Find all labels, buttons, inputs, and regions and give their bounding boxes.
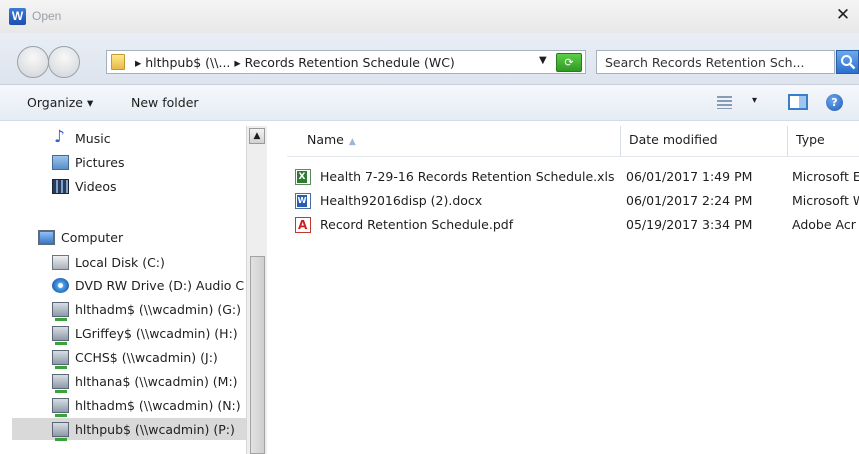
column-header-label: Date modified xyxy=(629,132,718,147)
nav-item-dvd-drive[interactable]: DVD RW Drive (D:) Audio C xyxy=(52,274,246,296)
nav-item-label: hlthpub$ (\\wcadmin) (P:) xyxy=(75,421,235,437)
file-row[interactable]: Record Retention Schedule.pdf 05/19/2017… xyxy=(287,213,859,237)
music-icon xyxy=(52,127,69,147)
header-divider xyxy=(287,156,859,157)
dvd-drive-icon xyxy=(52,277,69,293)
pdf-file-icon xyxy=(295,217,311,233)
nav-item-label: Computer xyxy=(61,229,124,245)
nav-item-label: Pictures xyxy=(75,154,125,170)
file-type: Adobe Acr xyxy=(792,217,856,232)
file-name: Health92016disp (2).docx xyxy=(320,193,483,208)
word-file-icon xyxy=(295,193,311,209)
nav-item-drive-g[interactable]: hlthadm$ (\\wcadmin) (G:) xyxy=(52,298,241,321)
column-header-name[interactable]: Name ▲ xyxy=(287,126,621,156)
command-bar: Organize ▾ New folder ▾ ? xyxy=(0,85,859,121)
search-button[interactable] xyxy=(836,50,859,74)
scroll-up-button[interactable]: ▲ xyxy=(249,128,265,144)
forward-button[interactable] xyxy=(48,46,80,78)
nav-item-drive-m[interactable]: hlthana$ (\\wcadmin) (M:) xyxy=(52,370,238,393)
network-drive-icon xyxy=(52,349,69,369)
nav-item-label: Videos xyxy=(75,178,117,194)
videos-icon xyxy=(52,178,69,194)
scroll-thumb[interactable] xyxy=(250,256,265,454)
excel-file-icon xyxy=(295,169,311,185)
file-row[interactable]: Health 7-29-16 Records Retention Schedul… xyxy=(287,165,859,189)
title-bar: W Open ✕ xyxy=(0,0,859,33)
network-drive-icon xyxy=(52,421,69,441)
file-row[interactable]: Health92016disp (2).docx 06/01/2017 2:24… xyxy=(287,189,859,213)
nav-item-pictures[interactable]: Pictures xyxy=(52,151,125,173)
window-title: Open xyxy=(32,9,62,23)
computer-icon xyxy=(38,229,55,245)
search-icon xyxy=(841,55,856,70)
nav-item-label: Local Disk (C:) xyxy=(75,254,165,270)
nav-item-label: hlthadm$ (\\wcadmin) (N:) xyxy=(75,397,241,413)
address-bar[interactable]: ▸ hlthpub$ (\\... ▸ Records Retention Sc… xyxy=(106,50,586,74)
network-drive-icon xyxy=(52,373,69,393)
change-view-icon[interactable] xyxy=(717,96,732,109)
address-dropdown-icon[interactable]: ▼ xyxy=(539,55,547,66)
pictures-icon xyxy=(52,154,69,170)
file-date-modified: 06/01/2017 1:49 PM xyxy=(626,169,753,184)
nav-item-label: hlthadm$ (\\wcadmin) (G:) xyxy=(75,301,241,317)
file-date-modified: 06/01/2017 2:24 PM xyxy=(626,193,753,208)
breadcrumb[interactable]: ▸ hlthpub$ (\\... ▸ Records Retention Sc… xyxy=(135,55,455,70)
column-header-date-modified[interactable]: Date modified xyxy=(621,126,788,156)
close-button[interactable]: ✕ xyxy=(833,4,853,26)
nav-item-label: hlthana$ (\\wcadmin) (M:) xyxy=(75,373,238,389)
local-disk-icon xyxy=(52,254,69,270)
search-input[interactable]: Search Records Retention Sch... xyxy=(596,50,835,74)
nav-item-label: Music xyxy=(75,130,111,146)
nav-item-computer[interactable]: Computer xyxy=(38,226,123,248)
nav-item-drive-n[interactable]: hlthadm$ (\\wcadmin) (N:) xyxy=(52,394,241,417)
help-icon[interactable]: ? xyxy=(826,94,843,111)
nav-scrollbar[interactable]: ▲ xyxy=(246,126,267,454)
file-type: Microsoft E xyxy=(792,169,859,184)
nav-item-drive-j[interactable]: CCHS$ (\\wcadmin) (J:) xyxy=(52,346,218,369)
file-type: Microsoft W xyxy=(792,193,859,208)
navigation-pane: Music Pictures Videos Computer Local Dis… xyxy=(0,122,270,454)
file-list: Name ▲ Date modified Type Health 7-29-16 … xyxy=(270,122,859,454)
search-placeholder: Search Records Retention Sch... xyxy=(605,55,805,70)
network-drive-icon xyxy=(52,301,69,321)
nav-item-drive-h[interactable]: LGriffey$ (\\wcadmin) (H:) xyxy=(52,322,238,345)
nav-item-drive-p[interactable]: hlthpub$ (\\wcadmin) (P:) xyxy=(12,418,246,441)
file-date-modified: 05/19/2017 3:34 PM xyxy=(626,217,753,232)
sort-ascending-icon: ▲ xyxy=(348,137,356,147)
nav-item-label: DVD RW Drive (D:) Audio C xyxy=(75,277,245,293)
file-name: Record Retention Schedule.pdf xyxy=(320,217,514,232)
folder-icon xyxy=(111,54,125,70)
nav-item-music[interactable]: Music xyxy=(52,127,111,149)
preview-pane-icon[interactable] xyxy=(788,94,808,110)
nav-item-local-disk[interactable]: Local Disk (C:) xyxy=(52,251,165,273)
file-name: Health 7-29-16 Records Retention Schedul… xyxy=(320,169,615,184)
nav-item-label: LGriffey$ (\\wcadmin) (H:) xyxy=(75,325,238,341)
column-header-label: Name xyxy=(307,132,344,147)
column-header-label: Type xyxy=(796,132,825,147)
nav-item-label: CCHS$ (\\wcadmin) (J:) xyxy=(75,349,218,365)
address-row: ▸ hlthpub$ (\\... ▸ Records Retention Sc… xyxy=(0,33,859,85)
nav-item-videos[interactable]: Videos xyxy=(52,175,117,197)
organize-button[interactable]: Organize ▾ xyxy=(27,95,93,110)
word-app-icon: W xyxy=(9,8,26,25)
column-header-type[interactable]: Type xyxy=(788,126,859,156)
network-drive-icon xyxy=(52,325,69,345)
new-folder-button[interactable]: New folder xyxy=(131,95,199,110)
network-drive-icon xyxy=(52,397,69,417)
refresh-button[interactable]: ⟳ xyxy=(556,53,582,72)
back-button[interactable] xyxy=(17,46,49,78)
view-options-dropdown[interactable]: ▾ xyxy=(752,95,757,106)
